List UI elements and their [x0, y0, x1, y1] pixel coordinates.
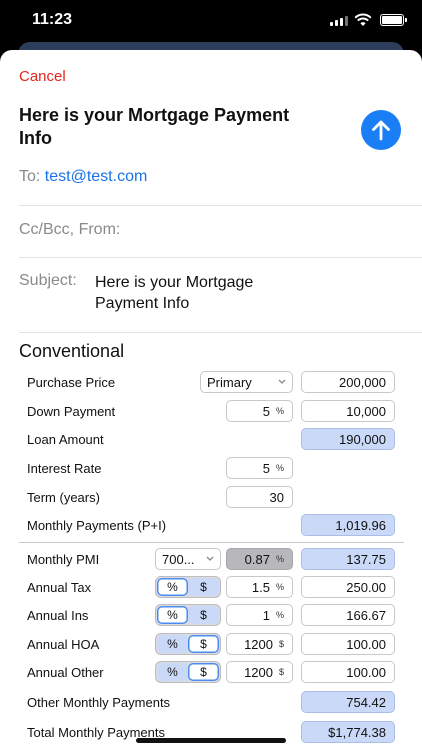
annual-tax-label: Annual Tax	[27, 580, 92, 595]
loan-type-heading: Conventional	[19, 341, 125, 361]
other-monthly-row: Other Monthly Payments 754.42	[0, 691, 422, 715]
annual-other-label: Annual Other	[27, 665, 104, 680]
monthly-pmi-label: Monthly PMI	[27, 552, 100, 567]
cc-bcc-field[interactable]: Cc/Bcc, From:	[19, 221, 120, 239]
property-type-value: Primary	[207, 374, 252, 390]
divider	[19, 257, 422, 258]
credit-score-select[interactable]: 700...	[155, 548, 221, 570]
term-label: Term (years)	[27, 490, 100, 505]
term-input[interactable]: 30	[226, 486, 293, 508]
percent-mode-option[interactable]: %	[157, 578, 188, 596]
dollar-mode-option[interactable]: $	[188, 606, 219, 624]
monthly-payments-row: Monthly Payments (P+I) 1,019.96	[0, 514, 422, 538]
annual-ins-label: Annual Ins	[27, 608, 89, 623]
monthly-payments-label: Monthly Payments (P+I)	[27, 518, 167, 533]
annual-ins-row: Annual Ins % $ 1% 166.67	[0, 604, 422, 628]
annual-tax-input[interactable]: 1.5%	[226, 576, 293, 598]
annual-tax-mode-toggle[interactable]: % $	[155, 576, 221, 598]
annual-ins-mode-toggle[interactable]: % $	[155, 604, 221, 626]
percent-mode-option[interactable]: %	[157, 606, 188, 624]
divider	[19, 332, 422, 333]
chevron-down-icon	[278, 379, 286, 384]
down-payment-row: Down Payment 5% 10,000	[0, 400, 422, 424]
send-button[interactable]	[361, 110, 401, 150]
down-payment-percent-input[interactable]: 5%	[226, 400, 293, 422]
annual-other-value[interactable]: 100.00	[301, 661, 395, 683]
credit-score-value: 700...	[162, 551, 195, 567]
wifi-icon	[354, 13, 372, 26]
annual-tax-value[interactable]: 250.00	[301, 576, 395, 598]
dollar-mode-option[interactable]: $	[188, 635, 219, 653]
dollar-mode-option[interactable]: $	[188, 663, 219, 681]
annual-ins-value[interactable]: 166.67	[301, 604, 395, 626]
monthly-pmi-value: 137.75	[301, 548, 395, 570]
percent-mode-option[interactable]: %	[157, 663, 188, 681]
mail-compose-sheet: Cancel Here is your Mortgage Payment Inf…	[0, 50, 422, 750]
cancel-button[interactable]: Cancel	[19, 68, 66, 85]
battery-icon	[380, 14, 407, 26]
chevron-down-icon	[206, 556, 214, 561]
purchase-price-input[interactable]: 200,000	[301, 371, 395, 393]
annual-tax-row: Annual Tax % $ 1.5% 250.00	[0, 576, 422, 600]
purchase-price-label: Purchase Price	[27, 375, 116, 390]
annual-other-row: Annual Other % $ 1200 $ 100.00	[0, 661, 422, 685]
loan-amount-value: 190,000	[301, 428, 395, 450]
status-time: 11:23	[32, 11, 73, 28]
down-payment-amount-input[interactable]: 10,000	[301, 400, 395, 422]
status-bar: 11:23	[0, 0, 422, 44]
subject-field[interactable]: Subject: Here is your Mortgage Payment I…	[19, 272, 315, 314]
monthly-pmi-row: Monthly PMI 700... 0.87% 137.75	[0, 548, 422, 572]
loan-amount-label: Loan Amount	[27, 432, 104, 447]
monthly-payments-value: 1,019.96	[301, 514, 395, 536]
pmi-rate-value: 0.87%	[226, 548, 293, 570]
down-payment-label: Down Payment	[27, 404, 116, 419]
percent-mode-option[interactable]: %	[157, 635, 188, 653]
annual-hoa-input[interactable]: 1200 $	[226, 633, 293, 655]
annual-other-mode-toggle[interactable]: % $	[155, 661, 221, 683]
property-type-select[interactable]: Primary	[200, 371, 293, 393]
home-indicator	[136, 738, 286, 743]
annual-hoa-label: Annual HOA	[27, 637, 100, 652]
interest-rate-row: Interest Rate 5%	[0, 457, 422, 481]
to-recipient[interactable]: test@test.com	[45, 168, 148, 185]
section-divider	[19, 542, 404, 543]
compose-title: Here is your Mortgage Payment Info	[19, 105, 290, 148]
term-row: Term (years) 30	[0, 486, 422, 510]
to-label: To:	[19, 168, 41, 185]
divider	[19, 205, 422, 206]
total-monthly-value: $1,774.38	[301, 721, 395, 743]
dollar-mode-option[interactable]: $	[188, 578, 219, 596]
subject-input[interactable]: Here is your Mortgage Payment Info	[95, 272, 315, 314]
cellular-signal-icon	[330, 16, 348, 26]
interest-rate-input[interactable]: 5%	[226, 457, 293, 479]
other-monthly-value: 754.42	[301, 691, 395, 713]
loan-amount-row: Loan Amount 190,000	[0, 428, 422, 452]
interest-rate-label: Interest Rate	[27, 461, 102, 476]
annual-other-input[interactable]: 1200 $	[226, 661, 293, 683]
other-monthly-label: Other Monthly Payments	[27, 695, 171, 710]
annual-hoa-value[interactable]: 100.00	[301, 633, 395, 655]
annual-hoa-mode-toggle[interactable]: % $	[155, 633, 221, 655]
purchase-price-row: Purchase Price Primary 200,000	[0, 371, 422, 395]
subject-label: Subject:	[19, 272, 77, 289]
to-field[interactable]: To: test@test.com	[19, 168, 147, 186]
annual-hoa-row: Annual HOA % $ 1200 $ 100.00	[0, 633, 422, 657]
arrow-up-icon	[372, 120, 390, 141]
annual-ins-input[interactable]: 1%	[226, 604, 293, 626]
